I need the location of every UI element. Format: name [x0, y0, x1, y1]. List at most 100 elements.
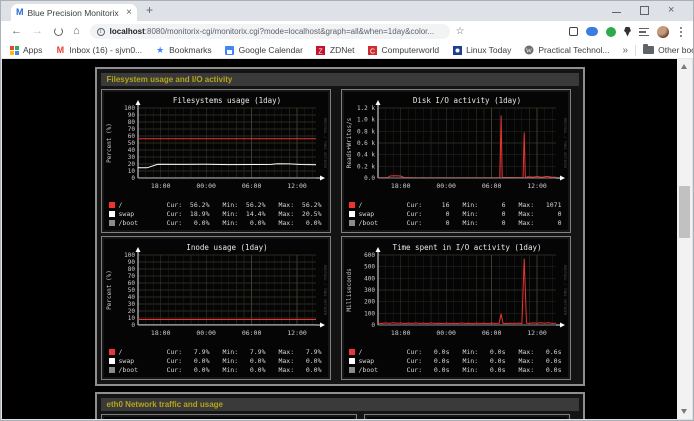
graph-panel-eth0-packets[interactable]: 1.0eth0 Network packets (1day)RRDTOOL / …: [364, 414, 570, 419]
graph-panel-time-io[interactable]: 18:0000:0006:0012:000100200300400500600T…: [341, 236, 571, 380]
extension-square-icon[interactable]: [569, 27, 578, 36]
bookmark-label: ZDNet: [330, 45, 355, 55]
legend-swatch-icon: [109, 202, 115, 208]
bookmark-item[interactable]: Google Calendar: [225, 45, 303, 55]
back-icon[interactable]: ←: [11, 26, 22, 37]
legend-swatch-icon: [109, 220, 115, 226]
legend-swatch-icon: [109, 367, 115, 373]
scroll-up-icon[interactable]: [681, 64, 687, 69]
y-tick-label: 60: [127, 133, 135, 140]
tab-close-icon[interactable]: ×: [126, 8, 132, 18]
bookmark-item[interactable]: CComputerworld: [367, 45, 439, 55]
profile-avatar[interactable]: [657, 26, 669, 38]
section-filesystem: Filesystem usage and I/O activity 18:000…: [95, 67, 585, 386]
legend-series-name: swap: [119, 210, 154, 218]
extension-blue-pill-icon[interactable]: [586, 27, 598, 36]
legend-cur-value: Cur: 7.9%: [154, 348, 210, 356]
y-tick-label: 40: [127, 147, 135, 154]
rrd-graph-image: 18:0000:0006:0012:000.00.2 k0.4 k0.6 k0.…: [344, 92, 568, 230]
legend-row: /Cur: 7.9%Min: 7.9%Max: 7.9%: [104, 347, 328, 356]
x-tick-label: 00:00: [436, 182, 456, 190]
legend-row: swapCur: 0Min: 0Max: 0: [344, 209, 568, 218]
url-input[interactable]: i localhost:8080/monitorix-cgi/monitorix…: [90, 24, 450, 39]
vertical-scrollbar[interactable]: [677, 59, 692, 419]
extensions-row: [569, 26, 685, 38]
y-tick-label: 0.6 k: [356, 140, 374, 147]
new-tab-button[interactable]: +: [146, 3, 153, 17]
bookmark-star-icon[interactable]: ☆: [456, 26, 465, 37]
page-info-icon[interactable]: i: [97, 28, 105, 36]
bookmark-item[interactable]: MInbox (16) - sjvn0...: [55, 45, 142, 55]
menu-dots-icon[interactable]: [680, 31, 682, 33]
window-maximize-button[interactable]: [640, 6, 649, 15]
y-tick-label: 600: [364, 252, 375, 259]
legend-min-value: Min: 56.2%: [210, 201, 266, 209]
bookmark-item[interactable]: WPractical Technol...: [524, 45, 609, 55]
x-tick-label: 06:00: [241, 329, 261, 337]
bookmarks-bar: Apps MInbox (16) - sjvn0... ★ Bookmarks Goog…: [1, 42, 693, 59]
y-tick-label: 300: [364, 287, 375, 294]
y-tick-label: 0: [371, 322, 375, 329]
chart-title: Disk I/O activity (1day): [412, 96, 520, 105]
x-tick-label: 12:00: [287, 329, 307, 337]
calendar-icon: [225, 45, 235, 55]
legend-swatch-icon: [109, 211, 115, 217]
bookmark-item[interactable]: ZZDNet: [316, 45, 355, 55]
window-minimize-button[interactable]: [612, 6, 621, 13]
browser-tab[interactable]: M Blue Precision Monitorix ×: [11, 4, 137, 21]
y-tick-label: 0.2 k: [356, 163, 374, 170]
chart-canvas: 18:0000:0006:0012:0001020304050607080901…: [104, 94, 328, 194]
tab-list-icon[interactable]: [639, 28, 649, 36]
x-tick-label: 00:00: [436, 329, 456, 337]
bookmark-item[interactable]: ★ Bookmarks: [155, 45, 212, 55]
graph-panel-filesystems-usage[interactable]: 18:0000:0006:0012:0001020304050607080901…: [101, 89, 331, 233]
x-tick-label: 12:00: [527, 182, 547, 190]
y-tick-label: 10: [127, 168, 135, 175]
other-bookmarks-label: Other bookmarks: [658, 45, 694, 55]
graph-panel-inode-usage[interactable]: 18:0000:0006:0012:0001020304050607080901…: [101, 236, 331, 380]
graph-panel-disk-io[interactable]: 18:0000:0006:0012:000.00.2 k0.4 k0.6 k0.…: [341, 89, 571, 233]
legend-series-name: swap: [359, 357, 394, 365]
y-tick-label: 20: [127, 308, 135, 315]
legend-swatch-icon: [349, 358, 355, 364]
home-icon[interactable]: ⌂: [73, 26, 80, 37]
y-tick-label: 10: [127, 315, 135, 322]
x-tick-label: 06:00: [481, 329, 501, 337]
y-tick-label: 0.4 k: [356, 152, 374, 159]
linuxtoday-icon: [452, 45, 462, 55]
legend-min-value: Min: 7.9%: [210, 348, 266, 356]
star-blue-icon: ★: [155, 45, 165, 55]
other-bookmarks-button[interactable]: Other bookmarks: [643, 45, 694, 55]
bookmark-label: Bookmarks: [169, 45, 212, 55]
legend-min-value: Min: 0: [450, 219, 506, 227]
scrollbar-thumb[interactable]: [679, 186, 690, 238]
y-tick-label: 0.8 k: [356, 128, 374, 135]
bookmark-item[interactable]: Apps: [9, 45, 42, 55]
y-tick-label: 20: [127, 161, 135, 168]
extension-pin-icon[interactable]: [624, 27, 631, 37]
legend-min-value: Min: 0.0%: [210, 219, 266, 227]
legend-cur-value: Cur: 0.0%: [154, 366, 210, 374]
chart-legend: /Cur: 56.2%Min: 56.2%Max: 56.2%swapCur: …: [104, 200, 328, 227]
legend-max-value: Max: 20.5%: [266, 210, 322, 218]
window-close-button[interactable]: ×: [668, 6, 677, 15]
y-axis-label: Milliseconds: [346, 268, 353, 312]
legend-min-value: Min: 14.4%: [210, 210, 266, 218]
legend-series-name: swap: [359, 210, 394, 218]
bookmarks-overflow-icon[interactable]: »: [623, 45, 629, 56]
rrd-graph-image: 18:0000:0006:0012:000100200300400500600T…: [344, 239, 568, 377]
section-header-filesystem: Filesystem usage and I/O activity: [101, 73, 579, 86]
legend-max-value: Max: 0.0%: [266, 366, 322, 374]
legend-cur-value: Cur: 0.0%: [154, 357, 210, 365]
rrdtool-watermark: RRDTOOL / TOBI OETIKER: [563, 118, 568, 169]
extension-green-circle-icon[interactable]: [606, 27, 616, 37]
legend-max-value: Max: 7.9%: [266, 348, 322, 356]
legend-row: swapCur: 18.9%Min: 14.4%Max: 20.5%: [104, 209, 328, 218]
y-tick-label: 90: [127, 259, 135, 266]
x-tick-label: 18:00: [150, 182, 170, 190]
bookmark-item[interactable]: Linux Today: [452, 45, 511, 55]
reload-icon[interactable]: [54, 27, 63, 36]
graph-panel-eth0-lan[interactable]: 1.00.9eth0 FastEthernet LAN (1day)RRDTOO…: [101, 414, 357, 419]
scroll-down-icon[interactable]: [681, 409, 687, 414]
forward-icon[interactable]: →: [32, 26, 43, 37]
